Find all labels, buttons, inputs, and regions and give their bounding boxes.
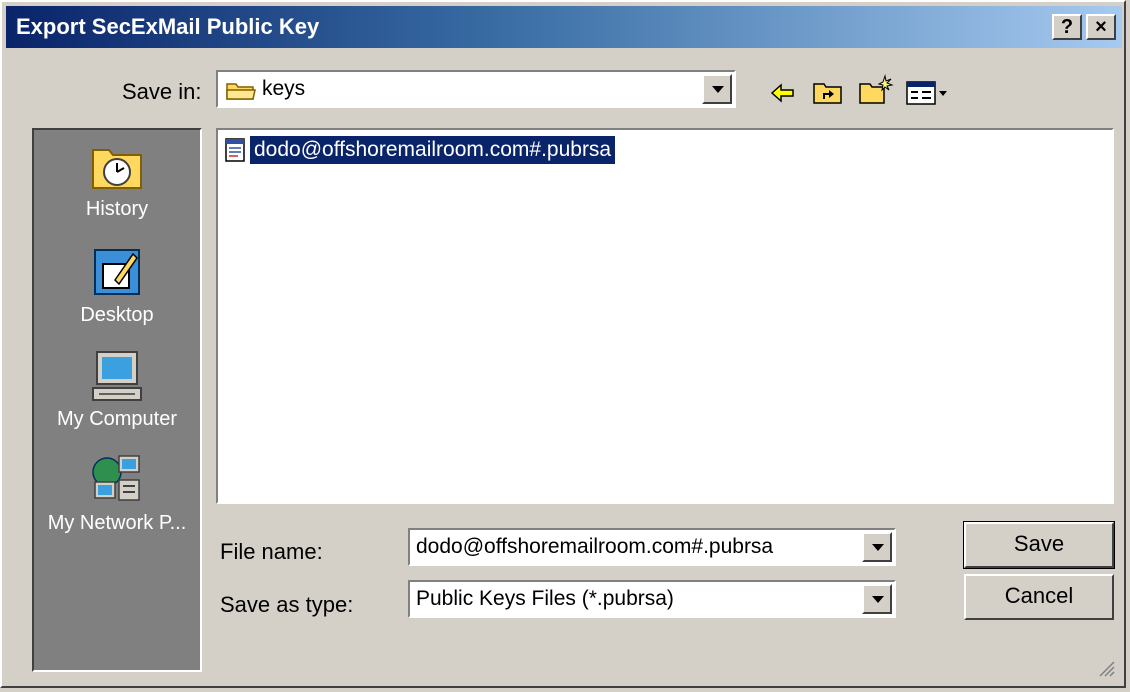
- folder-icon: [226, 83, 256, 100]
- places-item-history[interactable]: History: [34, 138, 200, 221]
- file-name-input[interactable]: dodo@offshoremailroom.com#.pubrsa: [408, 528, 896, 566]
- file-name-text: dodo@offshoremailroom.com#.pubrsa: [250, 136, 616, 164]
- places-label-desktop: Desktop: [80, 304, 154, 326]
- network-icon: [92, 455, 140, 501]
- desktop-icon: [94, 249, 140, 295]
- window-title: Export SecExMail Public Key: [16, 14, 320, 39]
- places-label-my-computer: My Computer: [56, 408, 178, 430]
- save-in-value: keys: [262, 77, 306, 100]
- save-button[interactable]: Save: [963, 521, 1115, 569]
- save-as-type-label: Save as type:: [220, 592, 354, 617]
- save-in-dropdown-arrow[interactable]: [702, 74, 732, 104]
- my-computer-icon: [92, 351, 142, 401]
- file-name-value: dodo@offshoremailroom.com#.pubrsa: [416, 535, 774, 558]
- file-name-dropdown-arrow[interactable]: [862, 532, 892, 562]
- file-name-label: File name:: [220, 539, 323, 564]
- key-file-icon: [225, 138, 245, 162]
- title-bar[interactable]: Export SecExMail Public Key ? ×: [6, 6, 1122, 48]
- list-item[interactable]: dodo@offshoremailroom.com#.pubrsa: [224, 136, 616, 164]
- cancel-button[interactable]: Cancel: [964, 574, 1114, 620]
- history-icon: [92, 149, 142, 189]
- export-dialog: Export SecExMail Public Key ? × Save in:…: [0, 0, 1126, 688]
- back-icon[interactable]: [770, 82, 796, 104]
- places-bar: History Desktop My Computer My Network P…: [32, 128, 202, 672]
- save-in-label: Save in:: [122, 79, 202, 104]
- save-as-type-dropdown[interactable]: Public Keys Files (*.pubrsa): [408, 580, 896, 618]
- close-button[interactable]: ×: [1086, 14, 1116, 40]
- resize-grip-icon[interactable]: [1096, 658, 1116, 678]
- file-list[interactable]: dodo@offshoremailroom.com#.pubrsa: [216, 128, 1114, 504]
- new-folder-icon[interactable]: [858, 74, 894, 106]
- places-label-history: History: [85, 198, 149, 220]
- places-label-network: My Network P...: [47, 512, 187, 534]
- places-item-desktop[interactable]: Desktop: [34, 244, 200, 327]
- help-button[interactable]: ?: [1052, 14, 1082, 40]
- save-as-type-dropdown-arrow[interactable]: [862, 584, 892, 614]
- places-item-my-computer[interactable]: My Computer: [34, 348, 200, 431]
- up-folder-icon[interactable]: [812, 78, 844, 106]
- view-menu-icon[interactable]: [906, 80, 950, 106]
- places-item-network[interactable]: My Network P...: [34, 452, 200, 535]
- save-as-type-value: Public Keys Files (*.pubrsa): [416, 587, 674, 610]
- save-in-dropdown[interactable]: keys: [216, 70, 736, 108]
